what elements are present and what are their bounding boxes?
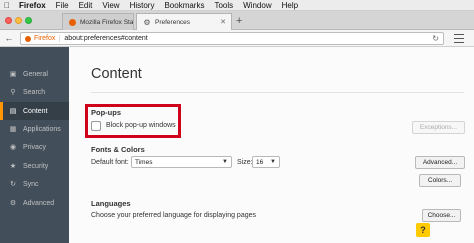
firefox-identity-icon (25, 35, 31, 42)
sidebar-item-label: Sync (23, 180, 39, 188)
sidebar-item-general[interactable]: ▣ General (0, 65, 69, 83)
font-size-select[interactable]: 16 ▼ (252, 156, 280, 168)
tab-start-page[interactable]: Mozilla Firefox Start Page (62, 13, 134, 30)
sidebar-item-label: Applications (23, 125, 61, 133)
window-minimize-button[interactable] (15, 17, 22, 24)
font-size-value: 16 (256, 158, 264, 166)
content-icon: ▤ (9, 108, 17, 115)
sidebar-item-security[interactable]: ★ Security (0, 157, 69, 175)
privacy-icon: ◉ (9, 144, 17, 151)
menu-tools[interactable]: Tools (209, 1, 238, 10)
sidebar-item-sync[interactable]: ↻ Sync (0, 175, 69, 193)
default-font-value: Times (135, 158, 153, 166)
preferences-content: Content Pop-ups Block pop-up windows Exc… (69, 47, 474, 243)
sidebar-item-label: Privacy (23, 143, 46, 151)
general-icon: ▣ (9, 71, 17, 78)
url-text[interactable]: about:preferences#content (64, 35, 147, 42)
identity-label: Firefox (34, 35, 61, 42)
sidebar-item-search[interactable]: ⚲ Search (0, 83, 69, 101)
page-title: Content (91, 66, 142, 82)
back-arrow-icon[interactable]: ← (0, 33, 18, 43)
search-icon: ⚲ (10, 89, 16, 96)
default-font-select[interactable]: Times ▼ (131, 156, 232, 168)
fonts-colors-heading: Fonts & Colors (91, 145, 145, 154)
menu-bar:  Firefox File Edit View History Bookmar… (0, 0, 474, 11)
security-icon: ★ (9, 163, 17, 170)
help-button[interactable]: ? (416, 223, 430, 237)
firefox-favicon-icon (69, 18, 76, 26)
close-tab-icon[interactable]: ✕ (220, 18, 226, 26)
menu-view[interactable]: View (97, 1, 124, 10)
sidebar-item-label: Security (23, 162, 49, 170)
apple-icon[interactable]:  (0, 1, 14, 10)
size-label: Size: (237, 159, 253, 166)
default-font-label: Default font: (91, 159, 129, 166)
popups-heading: Pop-ups (91, 108, 121, 117)
url-bar[interactable]: Firefox about:preferences#content ↻ (20, 32, 444, 45)
choose-language-button[interactable]: Choose... (422, 209, 461, 222)
sidebar-item-label: Advanced (23, 199, 55, 207)
new-tab-button[interactable]: + (236, 15, 242, 27)
tab-preferences[interactable]: ⚙ Preferences ✕ (136, 13, 232, 30)
sidebar-item-advanced[interactable]: ⚙ Advanced (0, 194, 69, 212)
sidebar-item-privacy[interactable]: ◉ Privacy (0, 138, 69, 156)
gear-icon: ⚙ (143, 17, 151, 27)
exceptions-button[interactable]: Exceptions... (412, 121, 465, 134)
sidebar-item-label: Content (23, 107, 48, 115)
tab-label: Preferences (155, 18, 191, 26)
advanced-icon: ⚙ (9, 200, 17, 207)
tab-strip: Mozilla Firefox Start Page ⚙ Preferences… (0, 11, 474, 30)
fonts-advanced-button[interactable]: Advanced... (415, 156, 465, 169)
sidebar-item-content[interactable]: ▤ Content (0, 102, 69, 120)
window-close-button[interactable] (5, 17, 12, 24)
chevron-down-icon: ▼ (222, 159, 228, 165)
menu-file[interactable]: File (51, 1, 74, 10)
reload-icon[interactable]: ↻ (432, 34, 439, 43)
sidebar-item-label: General (23, 70, 48, 78)
hamburger-menu-icon[interactable] (452, 33, 466, 44)
menu-edit[interactable]: Edit (74, 1, 98, 10)
colors-button[interactable]: Colors... (419, 174, 461, 187)
menu-bookmarks[interactable]: Bookmarks (159, 1, 209, 10)
menu-firefox[interactable]: Firefox (14, 1, 51, 10)
sync-icon: ↻ (10, 181, 16, 188)
tab-label: Mozilla Firefox Start Page (80, 18, 133, 26)
nav-bar: ← Firefox about:preferences#content ↻ (0, 30, 474, 47)
languages-description: Choose your preferred language for displ… (91, 212, 256, 219)
chevron-down-icon: ▼ (270, 159, 276, 165)
applications-icon: ▦ (9, 126, 17, 133)
preferences-sidebar: ▣ General ⚲ Search ▤ Content ▦ Applicati… (0, 47, 69, 243)
menu-help[interactable]: Help (277, 1, 303, 10)
sidebar-item-label: Search (23, 88, 46, 96)
block-popups-checkbox[interactable] (91, 121, 101, 131)
title-divider (91, 92, 464, 93)
sidebar-item-applications[interactable]: ▦ Applications (0, 120, 69, 138)
menu-window[interactable]: Window (238, 1, 276, 10)
languages-heading: Languages (91, 199, 131, 208)
menu-history[interactable]: History (125, 1, 160, 10)
block-popups-label[interactable]: Block pop-up windows (106, 122, 176, 129)
window-maximize-button[interactable] (25, 17, 32, 24)
